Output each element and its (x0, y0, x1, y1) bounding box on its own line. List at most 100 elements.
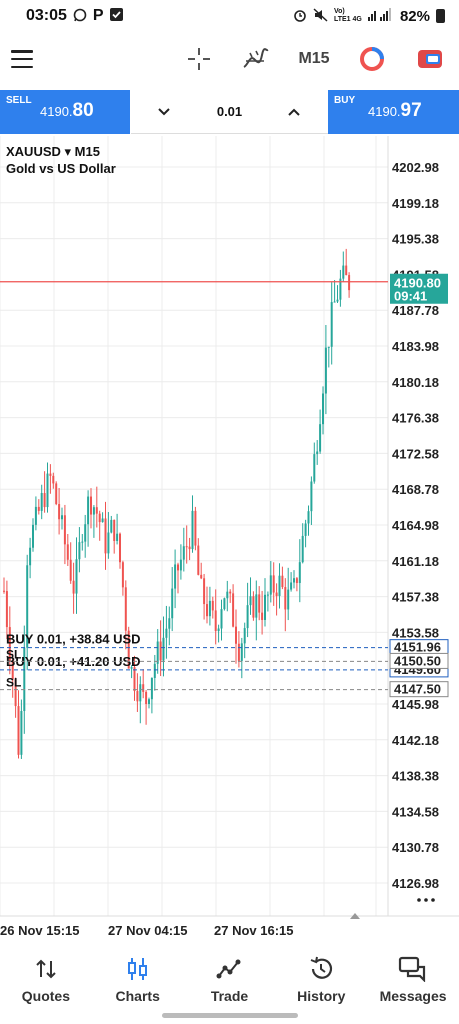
candle-body (281, 575, 284, 588)
home-indicator (162, 1013, 298, 1018)
candle-body (266, 594, 269, 596)
lot-increase-button[interactable] (281, 100, 307, 124)
candle-body (119, 533, 121, 563)
candle-body (153, 663, 156, 678)
candle-body (75, 559, 78, 594)
candle-body (92, 507, 95, 515)
sell-price-big: 80 (72, 100, 94, 121)
candle-body (90, 496, 92, 515)
crosshair-icon[interactable] (186, 44, 212, 74)
candle-body (84, 524, 87, 542)
candle-body (298, 562, 301, 583)
candle-body (136, 691, 139, 702)
nav-history[interactable]: History (275, 946, 367, 1006)
buy-price-big: 97 (400, 100, 422, 121)
candle-body (148, 699, 150, 705)
candle-body (156, 641, 159, 664)
candle-body (40, 493, 43, 511)
p-icon: P (92, 7, 104, 24)
lot-size-control: 0.01 (131, 90, 328, 134)
nav-messages[interactable]: Messages (367, 946, 459, 1006)
candle-body (220, 609, 223, 629)
position-price-label: 4151.96 (394, 640, 441, 655)
chart-canvas[interactable]: 4202.98 4199.18 4195.38 4187.78 4183.98 4180.… (0, 136, 459, 942)
candle-body (81, 541, 84, 543)
candle-body (188, 546, 191, 550)
chart-description: Gold vs US Dollar (6, 161, 116, 176)
candle-body (217, 628, 220, 632)
candle-body (269, 575, 272, 595)
candle-body (145, 691, 148, 705)
candle-body (214, 610, 217, 632)
status-bar: 03:05 P Vo) LTE1 4G 82% (0, 0, 459, 32)
candle-body (261, 612, 264, 620)
candle-body (194, 510, 197, 546)
price-tick-label: 4142.18 (392, 733, 439, 748)
candle-body (348, 275, 351, 291)
candle-body (264, 594, 266, 620)
candle-body (171, 588, 174, 619)
signal-icon (367, 8, 394, 24)
candle-body (237, 643, 240, 661)
timeframe-button[interactable]: M15 (294, 44, 334, 74)
price-tick-label: 4164.98 (392, 518, 439, 533)
oneclick-trading-icon[interactable] (358, 44, 386, 74)
messages-icon (398, 956, 428, 982)
new-order-icon[interactable] (416, 44, 444, 74)
candle-body (235, 626, 237, 644)
price-tick-label: 4176.38 (392, 411, 439, 426)
price-tick-label: 4157.38 (392, 590, 439, 605)
time-tick-label: 27 Nov 16:15 (214, 923, 294, 938)
candle-body (208, 600, 211, 617)
candle-body (124, 587, 127, 631)
sell-button[interactable]: SELL 4190.80 (0, 90, 130, 134)
nav-trade[interactable]: Trade (184, 946, 276, 1006)
candle-body (63, 515, 66, 545)
candle-body (324, 347, 327, 394)
nav-quotes[interactable]: Quotes (0, 946, 92, 1006)
network-text: Vo) LTE1 4G (333, 8, 362, 23)
candle-body (345, 265, 348, 276)
buy-button[interactable]: BUY 4190.97 (328, 90, 459, 134)
price-tick-label: 4195.38 (392, 232, 439, 247)
candle-body (249, 596, 252, 606)
candle-body (295, 578, 298, 583)
candle-body (185, 546, 188, 548)
candle-body (211, 600, 214, 611)
bottom-navigation: Quotes Charts Trade History Messages (0, 946, 459, 1006)
candle-body (52, 475, 55, 484)
candle-body (32, 524, 34, 548)
candle-body (72, 580, 75, 594)
price-tick-label: 4138.38 (392, 769, 439, 784)
chart-symbol[interactable]: XAUUSD ▾ M15 (6, 144, 100, 160)
candle-body (43, 493, 46, 508)
candle-body (336, 299, 339, 302)
candle-body (293, 578, 295, 583)
nav-charts[interactable]: Charts (92, 946, 184, 1006)
candle-body (197, 545, 200, 575)
time-tick-label: 27 Nov 04:15 (108, 923, 188, 938)
candle-body (313, 454, 316, 482)
status-left: 03:05 P (26, 7, 123, 25)
candle-body (98, 513, 101, 523)
candle-body (142, 684, 145, 692)
price-tick-label: 4126.98 (392, 876, 439, 891)
more-dot (424, 898, 428, 902)
candle-body (342, 265, 345, 279)
candle-body (322, 393, 324, 425)
candle-body (110, 519, 113, 533)
sell-price: 4190.80 (40, 100, 94, 122)
indicators-icon[interactable] (242, 44, 270, 74)
stop-loss-price-label: 4150.50 (394, 653, 441, 668)
candle-body (107, 532, 110, 554)
more-dot (431, 898, 435, 902)
price-chart[interactable]: 4202.98 4199.18 4195.38 4187.78 4183.98 4180.… (0, 136, 459, 942)
whatsapp-icon (73, 8, 87, 25)
menu-icon[interactable] (11, 50, 33, 68)
alarm-icon (293, 8, 307, 25)
candle-body (232, 593, 235, 627)
candle-body (87, 496, 90, 525)
candle-body (272, 575, 275, 593)
candle-timer-label: 09:41 (394, 289, 427, 304)
candle-body (258, 594, 261, 613)
